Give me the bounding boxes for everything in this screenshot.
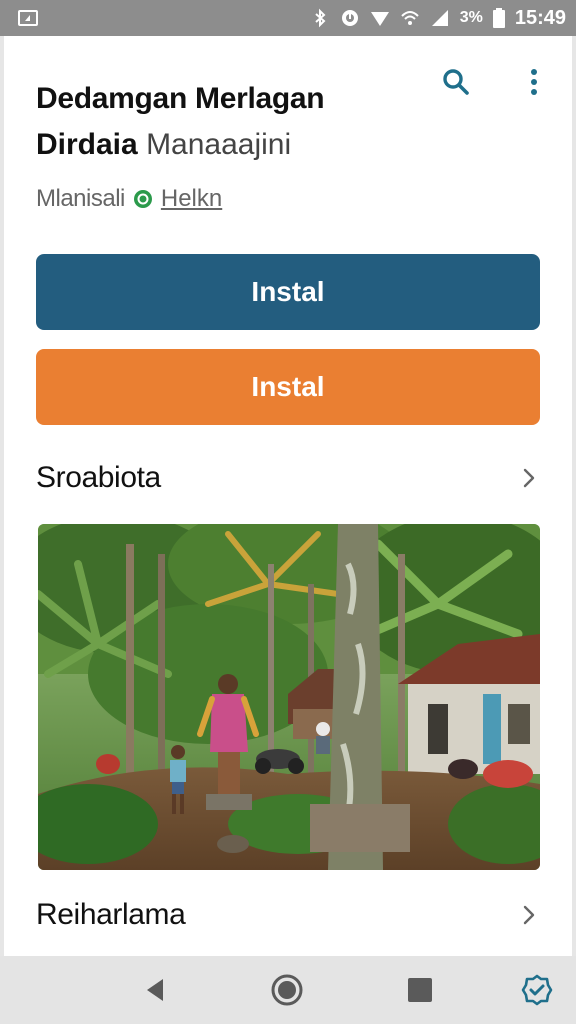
chevron-right-icon (523, 468, 535, 488)
developer-link[interactable]: Helkn (161, 185, 222, 213)
recents-icon (408, 978, 432, 1002)
wifi-icon (401, 11, 419, 25)
verified-icon (133, 190, 152, 208)
section-row-screenshots[interactable]: Sroabiota (36, 454, 540, 502)
app-title: Dedamgan Merlagan (36, 82, 325, 115)
alarm-icon (341, 10, 358, 26)
developer-name[interactable]: Mlanisali (36, 185, 125, 213)
more-vertical-icon (531, 69, 537, 95)
install-button-primary[interactable]: Instal (36, 254, 540, 330)
signal-icon (370, 12, 389, 26)
battery-percent: 3% (459, 9, 483, 26)
check-badge-icon (521, 974, 553, 1006)
app-subtitle: Dirdaia Manaaajini (36, 128, 456, 162)
village-scene-image (38, 524, 540, 870)
navigation-bar (0, 956, 576, 1024)
chevron-right-icon (523, 905, 535, 925)
bluetooth-icon (315, 8, 326, 28)
home-icon (271, 974, 303, 1006)
nav-back-button[interactable] (138, 972, 174, 1008)
frame-edge-right (572, 36, 576, 956)
search-button[interactable] (438, 64, 474, 100)
frame-edge-left (0, 36, 4, 956)
nav-recents-button[interactable] (402, 972, 438, 1008)
battery-icon (492, 8, 505, 28)
subtitle-bold: Dirdaia (36, 128, 138, 161)
search-icon (443, 69, 469, 95)
screenshot-image[interactable] (38, 524, 540, 870)
status-bar: 3% 15:49 (0, 0, 576, 36)
section-title: Sroabiota (36, 461, 161, 494)
section-row-reviews[interactable]: Reiharlama (36, 891, 540, 939)
more-options-button[interactable] (516, 64, 552, 100)
developer-row: Mlanisali Helkn (36, 184, 222, 214)
subtitle-light: Manaaajini (146, 128, 292, 161)
back-icon (147, 979, 163, 1001)
cell-signal-icon (431, 10, 448, 26)
status-time: 15:49 (514, 6, 566, 29)
section-title: Reiharlama (36, 898, 186, 931)
nav-home-button[interactable] (269, 972, 305, 1008)
notification-icon (18, 10, 38, 26)
nav-check-button[interactable] (519, 972, 555, 1008)
install-button-secondary[interactable]: Instal (36, 349, 540, 425)
